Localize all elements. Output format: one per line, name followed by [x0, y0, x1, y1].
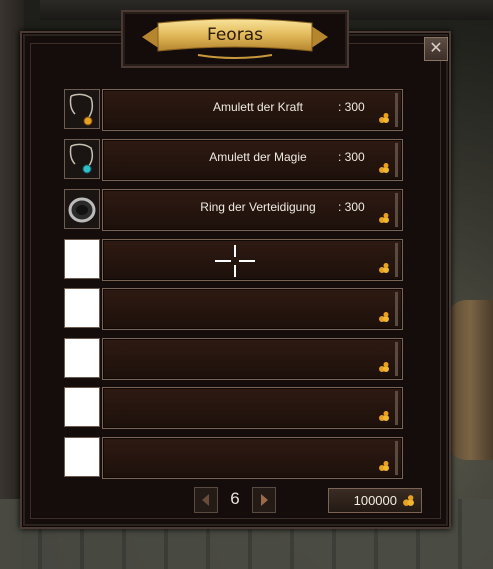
- close-button[interactable]: ✕: [424, 37, 448, 61]
- next-page-button[interactable]: [252, 487, 276, 513]
- crosshair-cursor-icon: [215, 245, 255, 277]
- item-bar[interactable]: Amulett der Magie : 300: [102, 139, 403, 181]
- item-bar[interactable]: Ring der Verteidigung : 300: [102, 189, 403, 231]
- item-bar[interactable]: [102, 338, 403, 380]
- item-price: : 300: [338, 200, 365, 214]
- item-bar[interactable]: [102, 437, 403, 479]
- item-name: Amulett der Kraft: [212, 100, 304, 114]
- gold-coins-icon: [379, 461, 389, 471]
- item-slot[interactable]: [64, 139, 100, 179]
- prev-page-button[interactable]: [194, 487, 218, 513]
- gold-coins-icon: [379, 213, 389, 223]
- item-slot[interactable]: [64, 89, 100, 129]
- item-bar[interactable]: Amulett der Kraft : 300: [102, 89, 403, 131]
- item-bar[interactable]: [102, 387, 403, 429]
- shop-row[interactable]: [64, 338, 403, 380]
- shop-row[interactable]: [64, 387, 403, 429]
- empty-item-slot[interactable]: [64, 239, 100, 279]
- gold-coins-icon: [379, 113, 389, 123]
- arrow-left-icon: [202, 494, 209, 506]
- empty-item-slot[interactable]: [64, 288, 100, 328]
- item-slot[interactable]: [64, 189, 100, 229]
- gold-coins-icon: [379, 163, 389, 173]
- item-price: : 300: [338, 150, 365, 164]
- shop-row[interactable]: Amulett der Kraft : 300: [64, 89, 403, 131]
- item-name: Amulett der Magie: [209, 150, 307, 164]
- arrow-right-icon: [261, 494, 268, 506]
- page-number: 6: [230, 489, 240, 508]
- empty-item-slot[interactable]: [64, 437, 100, 477]
- gold-amount: 100000: [353, 493, 397, 508]
- gold-coins-icon: [379, 362, 389, 372]
- item-name: Ring der Verteidigung: [200, 200, 316, 214]
- ring-icon: [68, 197, 96, 223]
- background-barrel: [448, 300, 493, 460]
- gold-coins-icon: [403, 495, 414, 506]
- empty-item-slot[interactable]: [64, 387, 100, 427]
- shop-row[interactable]: Amulett der Magie : 300: [64, 139, 403, 181]
- gold-coins-icon: [379, 263, 389, 273]
- empty-item-slot[interactable]: [64, 338, 100, 378]
- item-price: : 300: [338, 100, 365, 114]
- gold-coins-icon: [379, 411, 389, 421]
- shop-row[interactable]: Ring der Verteidigung : 300: [64, 189, 403, 231]
- window-title: Feoras: [207, 25, 263, 45]
- shop-row[interactable]: [64, 288, 403, 330]
- amulet-gold-icon: [69, 93, 94, 126]
- gold-coins-icon: [379, 312, 389, 322]
- shop-row[interactable]: [64, 437, 403, 479]
- gold-display: 100000: [328, 488, 422, 513]
- item-bar[interactable]: [102, 288, 403, 330]
- amulet-blue-icon: [69, 143, 94, 174]
